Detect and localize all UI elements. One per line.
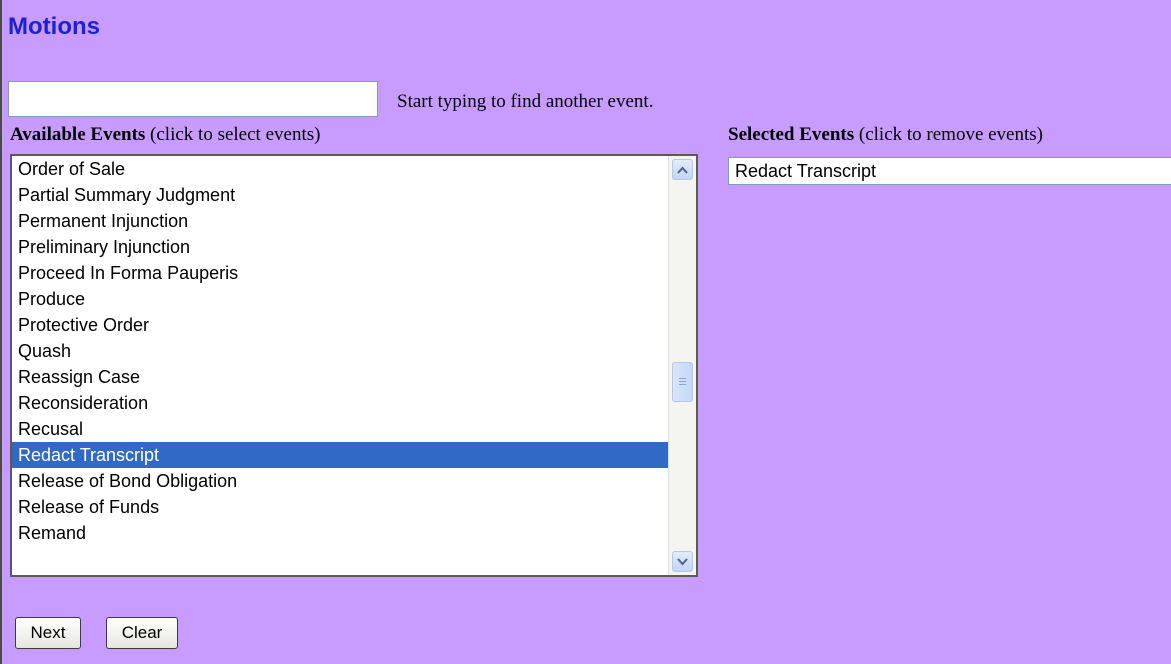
grip-icon [679,378,686,386]
selected-events-heading-note: (click to remove events) [858,124,1043,145]
selected-events-heading-bold: Selected Events [728,124,855,145]
chevron-up-icon [677,166,688,174]
available-events-heading: Available Events (click to select events… [10,123,320,147]
available-events-items: Order of Sale Partial Summary Judgment Per… [12,156,668,546]
left-border [0,0,2,664]
scroll-down-button[interactable] [672,551,693,572]
available-event-item[interactable]: Protective Order [12,312,668,338]
available-event-item[interactable]: Proceed In Forma Pauperis [12,260,668,286]
available-events-scrollbar[interactable] [668,156,696,575]
available-event-item[interactable]: Recusal [12,416,668,442]
available-event-item[interactable]: Permanent Injunction [12,208,668,234]
available-event-item[interactable]: Partial Summary Judgment [12,182,668,208]
clear-button[interactable]: Clear [106,617,178,649]
available-events-heading-note: (click to select events) [150,124,321,145]
available-events-list[interactable]: Order of Sale Partial Summary Judgment Per… [10,154,698,577]
available-event-item[interactable]: Produce [12,286,668,312]
scroll-up-button[interactable] [672,159,693,180]
selected-events-heading: Selected Events (click to remove events) [728,123,1043,147]
available-event-item[interactable]: Reconsideration [12,390,668,416]
chevron-down-icon [677,557,688,565]
search-hint: Start typing to find another event. [397,91,654,112]
available-event-item[interactable]: Order of Sale [12,156,668,182]
available-event-item[interactable]: Remand [12,520,668,546]
available-event-item[interactable]: Release of Funds [12,494,668,520]
selected-events-list[interactable]: Redact Transcript [728,157,1171,185]
event-search-input[interactable] [8,81,378,117]
page-title: Motions [8,13,100,40]
available-event-item[interactable]: Quash [12,338,668,364]
available-event-item[interactable]: Reassign Case [12,364,668,390]
selected-event-item[interactable]: Redact Transcript [729,158,1171,184]
available-event-item[interactable]: Redact Transcript [12,442,668,468]
next-button[interactable]: Next [15,617,81,649]
available-event-item[interactable]: Preliminary Injunction [12,234,668,260]
scroll-thumb[interactable] [672,361,693,402]
available-events-heading-bold: Available Events [10,124,146,145]
available-event-item[interactable]: Release of Bond Obligation [12,468,668,494]
